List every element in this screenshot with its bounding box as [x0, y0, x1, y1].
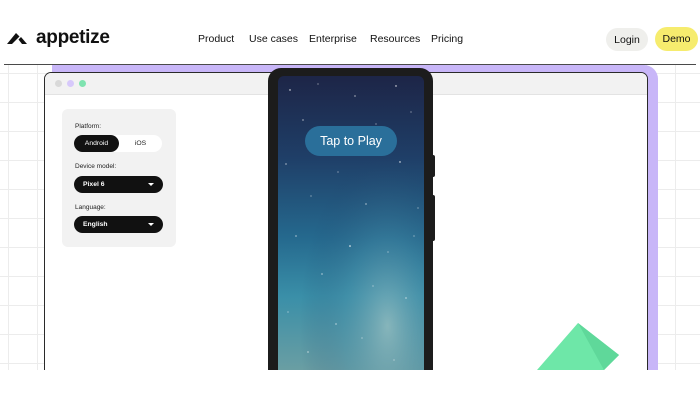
green-diamond-shape: [537, 323, 619, 370]
platform-option-android[interactable]: Android: [74, 135, 119, 152]
caret-down-icon: [148, 183, 154, 186]
starfield: [278, 76, 424, 370]
phone-screen[interactable]: [278, 76, 424, 370]
caret-down-icon: [148, 223, 154, 226]
main-nav: Product Use cases Enterprise Resources P…: [0, 33, 700, 47]
language-select[interactable]: English: [74, 216, 163, 233]
demo-button[interactable]: Demo: [655, 27, 698, 51]
header-divider: [4, 64, 696, 65]
language-label: Language:: [75, 204, 106, 211]
device-model-label: Device model:: [75, 163, 117, 170]
device-settings-panel: Platform: Android iOS Device model: Pixe…: [62, 109, 176, 247]
device-model-value: Pixel 6: [83, 181, 105, 188]
nav-item-resources[interactable]: Resources: [370, 33, 420, 45]
platform-toggle: Android iOS: [74, 135, 162, 152]
phone-side-button: [431, 155, 435, 177]
platform-label: Platform:: [75, 123, 102, 130]
language-value: English: [83, 221, 108, 228]
window-dot-icon: [67, 80, 74, 87]
nav-item-pricing[interactable]: Pricing: [431, 33, 463, 45]
nav-item-enterprise[interactable]: Enterprise: [309, 33, 357, 45]
window-dot-icon: [79, 80, 86, 87]
device-model-select[interactable]: Pixel 6: [74, 176, 163, 193]
tap-to-play-button[interactable]: Tap to Play: [305, 126, 397, 156]
nav-item-product[interactable]: Product: [198, 33, 234, 45]
page-bottom-band: [0, 370, 700, 394]
login-button[interactable]: Login: [606, 28, 648, 51]
nav-item-use-cases[interactable]: Use cases: [249, 33, 298, 45]
site-header: appetize Product Use cases Enterprise Re…: [0, 0, 700, 64]
platform-option-ios[interactable]: iOS: [119, 135, 162, 152]
phone-side-button: [431, 195, 435, 241]
window-dot-icon: [55, 80, 62, 87]
